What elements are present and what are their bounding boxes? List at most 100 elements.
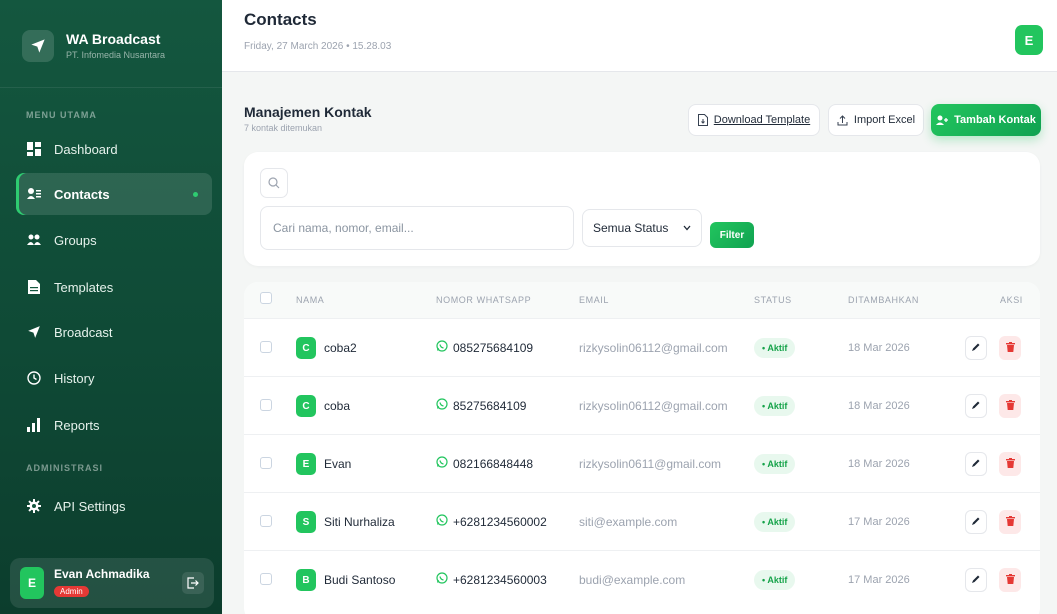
sidebar-item-label: Dashboard (54, 141, 118, 157)
filter-button[interactable]: Filter (710, 222, 754, 248)
row-checkbox[interactable] (260, 399, 272, 411)
bar-chart-icon (26, 417, 42, 433)
status-select[interactable]: Semua Status (582, 209, 702, 247)
sidebar-item-label: Contacts (54, 186, 110, 202)
logout-button[interactable] (182, 572, 204, 594)
phone-number: 085275684109 (453, 340, 534, 355)
sidebar-item-api-settings[interactable]: API Settings (16, 485, 212, 527)
sidebar-item-label: Groups (54, 232, 97, 248)
chevron-down-icon (683, 225, 691, 231)
edit-button[interactable] (965, 336, 987, 360)
trash-icon (1005, 339, 1015, 357)
import-excel-button[interactable]: Import Excel (828, 104, 924, 136)
column-header-name: NAMA (296, 295, 325, 305)
contact-phone: +6281234560003 (436, 572, 547, 587)
add-contact-label: Tambah Kontak (954, 114, 1036, 126)
column-header-added: DITAMBAHKAN (848, 295, 919, 305)
row-checkbox[interactable] (260, 457, 272, 469)
contact-phone: 085275684109 (436, 340, 533, 355)
edit-button[interactable] (965, 394, 987, 418)
top-bar: Contacts Friday, 27 March 2026 • 15.28.0… (222, 0, 1057, 72)
column-header-phone: NOMOR WHATSAPP (436, 295, 532, 305)
add-contact-button[interactable]: Tambah Kontak (931, 104, 1041, 136)
trash-icon (1005, 513, 1015, 531)
file-icon (697, 114, 708, 126)
sidebar-item-label: Templates (54, 279, 114, 295)
user-card: E Evan Achmadika Admin (10, 558, 214, 608)
sidebar-item-dashboard[interactable]: Dashboard (16, 128, 212, 170)
delete-button[interactable] (999, 394, 1021, 418)
trash-icon (1005, 571, 1015, 589)
table-row: B Budi Santoso +6281234560003 budi@example.… (244, 550, 1040, 608)
brand-title: WA Broadcast (66, 31, 161, 47)
sidebar-item-broadcast[interactable]: Broadcast (16, 311, 212, 353)
phone-number: +6281234560003 (453, 572, 547, 587)
date-added: 18 Mar 2026 (848, 400, 910, 412)
filter-card: Semua Status Filter (244, 152, 1040, 266)
delete-button[interactable] (999, 568, 1021, 592)
whatsapp-icon (436, 340, 448, 355)
status-badge: • Aktif (754, 396, 796, 416)
status-select-value: Semua Status (593, 221, 669, 235)
sidebar-item-history[interactable]: History (16, 357, 212, 399)
date-added: 18 Mar 2026 (848, 458, 910, 470)
sidebar-item-templates[interactable]: Templates (16, 266, 212, 308)
contact-name: Budi Santoso (324, 573, 396, 587)
date-added: 17 Mar 2026 (848, 574, 910, 586)
whatsapp-icon (436, 456, 448, 471)
upload-icon (837, 114, 848, 125)
contact-email: siti@example.com (579, 515, 678, 529)
sidebar-item-contacts[interactable]: Contacts (16, 173, 212, 215)
add-user-icon (936, 115, 949, 125)
pencil-icon (971, 455, 981, 473)
avatar: C (296, 395, 316, 417)
edit-button[interactable] (965, 510, 987, 534)
delete-button[interactable] (999, 510, 1021, 534)
delete-button[interactable] (999, 452, 1021, 476)
sidebar-item-groups[interactable]: Groups (16, 219, 212, 261)
clock-icon (26, 370, 42, 386)
select-all-checkbox[interactable] (260, 292, 272, 304)
row-checkbox[interactable] (260, 515, 272, 527)
templates-icon (26, 279, 42, 295)
sidebar-item-reports[interactable]: Reports (16, 404, 212, 446)
role-badge: Admin (54, 586, 89, 597)
phone-number: 082166848448 (453, 456, 534, 471)
search-input[interactable] (260, 206, 574, 250)
pencil-icon (971, 397, 981, 415)
column-header-email: EMAIL (579, 295, 610, 305)
dashboard-icon (26, 141, 42, 157)
pencil-icon (971, 571, 981, 589)
sidebar-item-label: API Settings (54, 498, 126, 514)
table-row: S Siti Nurhaliza +6281234560002 siti@exampl… (244, 492, 1040, 550)
search-icon (260, 168, 288, 198)
table-row: Ccoba2 085275684109 rizkysolin06112@gmail.… (244, 318, 1040, 376)
avatar: E (296, 453, 316, 475)
header-avatar[interactable]: E (1015, 25, 1043, 55)
delete-button[interactable] (999, 336, 1021, 360)
column-header-status: STATUS (754, 295, 792, 305)
row-checkbox[interactable] (260, 341, 272, 353)
status-badge: • Aktif (754, 338, 796, 358)
whatsapp-icon (436, 572, 448, 587)
column-header-actions: AKSI (1000, 295, 1023, 305)
status-badge: • Aktif (754, 570, 796, 590)
contact-phone: +6281234560002 (436, 514, 547, 529)
sidebar: WA Broadcast PT. Infomedia Nusantara MEN… (0, 0, 222, 614)
download-template-button[interactable]: Download Template (688, 104, 820, 136)
contact-phone: 082166848448 (436, 456, 533, 471)
edit-button[interactable] (965, 568, 987, 592)
send-icon (26, 324, 42, 340)
row-checkbox[interactable] (260, 573, 272, 585)
table-header: NAMA NOMOR WHATSAPP EMAIL STATUS DITAMBA… (244, 282, 1040, 318)
groups-icon (26, 232, 42, 248)
edit-button[interactable] (965, 452, 987, 476)
contact-email: rizkysolin06112@gmail.com (579, 341, 728, 355)
pencil-icon (971, 513, 981, 531)
table-row: Ccoba 85275684109 rizkysolin06112@gmail.co… (244, 376, 1040, 434)
table-row: E Evan 082166848448 rizkysolin0611@gmail.co… (244, 434, 1040, 492)
trash-icon (1005, 397, 1015, 415)
page-title: Contacts (244, 10, 317, 29)
contacts-icon (26, 186, 42, 202)
contact-name: Evan (324, 457, 352, 471)
